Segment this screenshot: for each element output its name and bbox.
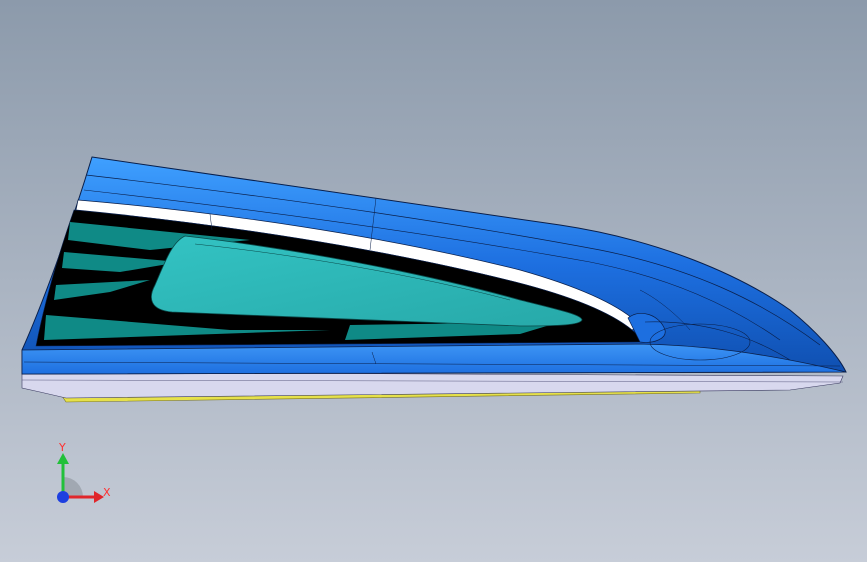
coordinate-triad: Y X [40,440,120,510]
triad-graphic [57,453,104,503]
x-axis-label: X [103,486,111,499]
cad-model[interactable] [0,0,867,562]
graphics-viewport[interactable]: Y X [0,0,867,562]
base-lavender-plate [21,371,844,399]
z-axis-dot [57,491,69,503]
y-axis-label: Y [59,441,66,454]
